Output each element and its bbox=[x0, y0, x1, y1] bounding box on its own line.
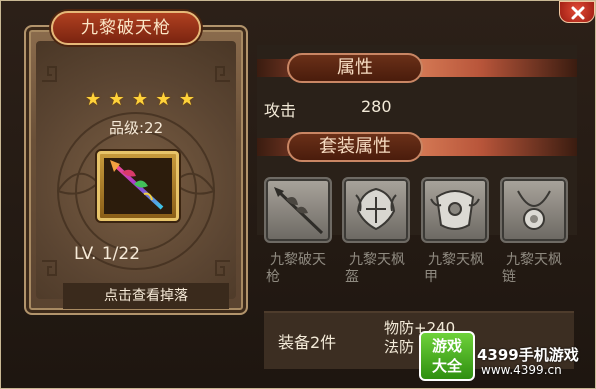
set-piece-armor[interactable] bbox=[421, 177, 489, 243]
set-header-label: 套装属性 bbox=[287, 132, 423, 162]
attribute-header: 属性 bbox=[257, 51, 577, 85]
set-piece-necklace[interactable] bbox=[500, 177, 568, 243]
set-piece-name: 九黎破天 枪 bbox=[262, 252, 334, 286]
attack-value: 280 bbox=[361, 97, 392, 116]
close-icon bbox=[571, 6, 585, 20]
attribute-header-label: 属性 bbox=[287, 53, 423, 83]
set-bonus-line: 法防 bbox=[384, 338, 415, 356]
star-icon: ★ bbox=[85, 89, 102, 110]
view-drops-button[interactable]: 点击查看掉落 bbox=[63, 283, 229, 309]
close-button[interactable] bbox=[559, 1, 595, 23]
spear-icon bbox=[274, 187, 324, 235]
watermark-url: www.4399.cn bbox=[481, 363, 562, 377]
watermark-logo-line: 游戏 bbox=[431, 337, 462, 355]
armor-icon bbox=[430, 190, 480, 230]
set-piece-name: 九黎天枫 链 bbox=[498, 252, 570, 286]
item-name-plate: 九黎破天枪 bbox=[51, 11, 201, 45]
set-piece-name-line: 枪 bbox=[266, 269, 280, 285]
set-piece-name-line: 九黎天枫 bbox=[349, 252, 405, 268]
set-piece-name-line: 链 bbox=[502, 269, 516, 285]
set-piece-name: 九黎天枫 盔 bbox=[341, 252, 413, 286]
star-icon: ★ bbox=[108, 89, 125, 110]
item-grade: 品级:22 bbox=[109, 117, 163, 138]
star-icon: ★ bbox=[178, 89, 195, 110]
star-rating: ★ ★ ★ ★ ★ bbox=[85, 90, 195, 110]
grade-text: 品级:22 bbox=[109, 119, 164, 137]
set-piece-name-line: 九黎天枫 bbox=[428, 252, 484, 268]
set-piece-name-line: 九黎天枫 bbox=[506, 252, 562, 268]
item-icon-frame[interactable] bbox=[97, 151, 179, 221]
star-icon: ★ bbox=[131, 89, 149, 110]
spear-icon bbox=[110, 160, 164, 210]
helmet-icon bbox=[355, 187, 397, 231]
watermark-name: 4399手机游戏 bbox=[477, 346, 579, 364]
set-piece-name-line: 甲 bbox=[424, 269, 438, 285]
watermark-logo-line: 大全 bbox=[431, 357, 462, 375]
item-slot bbox=[104, 158, 172, 214]
necklace-icon bbox=[517, 190, 551, 230]
set-piece-spear[interactable] bbox=[264, 177, 332, 243]
attack-label: 攻击 bbox=[264, 101, 297, 120]
set-bonus-count: 装备2件 bbox=[278, 333, 337, 352]
set-piece-name: 九黎天枫 甲 bbox=[420, 252, 492, 286]
set-piece-name-line: 盔 bbox=[345, 269, 359, 285]
item-level: LV. 1/22 bbox=[74, 244, 141, 264]
star-icon: ★ bbox=[155, 89, 172, 110]
set-attribute-header: 套装属性 bbox=[257, 130, 577, 164]
set-piece-name-line: 九黎破天 bbox=[270, 252, 326, 268]
equipment-detail-window: 九黎破天枪 ★ ★ ★ ★ ★ 品级:22 LV. 1/22 点击查看掉落 属性… bbox=[0, 0, 596, 389]
set-piece-helmet[interactable] bbox=[342, 177, 410, 243]
watermark-logo: 游戏 大全 bbox=[419, 331, 475, 381]
